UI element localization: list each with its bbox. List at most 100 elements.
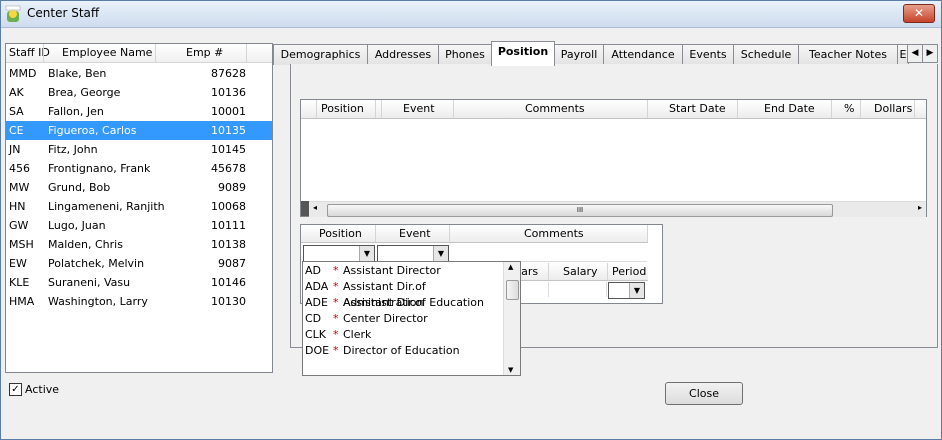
staff-row[interactable]: KLE Suraneni, Vasu 10146 xyxy=(6,273,272,292)
period-combo[interactable]: ▼ xyxy=(608,282,645,299)
staff-id: SA xyxy=(9,105,24,118)
title-bar: Center Staff ✕ xyxy=(1,1,941,28)
chevron-down-icon[interactable]: ▼ xyxy=(629,283,644,298)
staff-row[interactable]: JN Fitz, John 10145 xyxy=(6,140,272,159)
emp-number: 10146 xyxy=(211,276,246,289)
tab-addresses[interactable]: Addresses xyxy=(367,44,439,65)
position-combo[interactable]: ▼ xyxy=(303,245,375,262)
window-title: Center Staff xyxy=(27,6,100,20)
position-code: CLK xyxy=(305,328,327,341)
tab-schedule[interactable]: Schedule xyxy=(733,44,799,65)
tab-phones[interactable]: Phones xyxy=(438,44,492,65)
employee-name: Grund, Bob xyxy=(48,181,111,194)
staff-row[interactable]: MW Grund, Bob 9089 xyxy=(6,178,272,197)
editor-col-position: Position xyxy=(319,227,362,240)
editor-col-comments: Comments xyxy=(524,227,584,240)
staff-id: MW xyxy=(9,181,30,194)
scroll-down-icon[interactable]: ▼ xyxy=(508,366,513,374)
chevron-down-icon[interactable]: ▼ xyxy=(359,246,374,261)
staff-id: JN xyxy=(9,143,21,156)
row-indicator xyxy=(301,201,309,216)
required-marker: * xyxy=(333,312,339,325)
dropdown-item[interactable]: CLK * Clerk xyxy=(303,327,503,343)
required-marker: * xyxy=(333,328,339,341)
staff-id: MSH xyxy=(9,238,34,251)
staff-row[interactable]: CE Figueroa, Carlos 10135 xyxy=(6,121,272,140)
employee-name: Polatchek, Melvin xyxy=(48,257,145,270)
tab-attendance[interactable]: Attendance xyxy=(603,44,683,65)
tab-scroll-left-icon[interactable]: ◀ xyxy=(907,44,923,63)
employee-name: Lingameneni, Ranjith xyxy=(48,200,165,213)
scroll-right-icon[interactable]: ▸ xyxy=(918,203,922,212)
tab-events[interactable]: Events xyxy=(682,44,734,65)
staff-row[interactable]: SA Fallon, Jen 10001 xyxy=(6,102,272,121)
staff-id: CE xyxy=(9,124,24,137)
employee-name: Figueroa, Carlos xyxy=(48,124,137,137)
event-combo[interactable]: ▼ xyxy=(377,245,449,262)
grid-col-position[interactable]: Position xyxy=(321,102,364,115)
staff-row[interactable]: GW Lugo, Juan 10111 xyxy=(6,216,272,235)
emp-number: 87628 xyxy=(211,67,246,80)
dropdown-scrollbar[interactable]: ▲ ▼ xyxy=(503,262,520,375)
window-close-button[interactable]: ✕ xyxy=(903,4,935,23)
active-checkbox[interactable]: ✓ xyxy=(9,383,22,396)
staff-list[interactable]: Staff ID Employee Name Emp # MMD Blake, B… xyxy=(5,43,273,373)
staff-row[interactable]: MMD Blake, Ben 87628 xyxy=(6,64,272,83)
dropdown-item[interactable]: DOE * Director of Education xyxy=(303,343,503,359)
emp-number: 10136 xyxy=(211,86,246,99)
tab-position[interactable]: Position xyxy=(491,41,555,66)
grid-col-percent[interactable]: % xyxy=(844,102,854,115)
active-label: Active xyxy=(25,383,60,396)
staff-id: AK xyxy=(9,86,24,99)
app-logo-icon xyxy=(5,5,21,22)
position-dropdown-list[interactable]: AD * Assistant Director ADA * Assistant Dir.o… xyxy=(302,261,521,376)
staff-id: HN xyxy=(9,200,26,213)
position-history-grid[interactable]: Position Event Comments Start Date End D… xyxy=(300,99,927,217)
column-header-emp-number[interactable]: Emp # xyxy=(186,46,223,59)
column-header-employee-name[interactable]: Employee Name xyxy=(62,46,152,59)
scroll-up-icon[interactable]: ▲ xyxy=(508,263,513,271)
grid-col-event[interactable]: Event xyxy=(403,102,435,115)
close-button[interactable]: Close xyxy=(665,382,743,405)
tab-teacher-notes[interactable]: Teacher Notes xyxy=(798,44,898,65)
grid-col-start-date[interactable]: Start Date xyxy=(669,102,726,115)
staff-row[interactable]: HMA Washington, Larry 10130 xyxy=(6,292,272,311)
tab-demographics[interactable]: Demographics xyxy=(273,44,368,65)
staff-row[interactable]: HN Lingameneni, Ranjith 10068 xyxy=(6,197,272,216)
staff-row[interactable]: AK Brea, George 10136 xyxy=(6,83,272,102)
tab-scroll-right-icon[interactable]: ▶ xyxy=(922,44,938,63)
editor-col-event: Event xyxy=(399,227,431,240)
required-marker: * xyxy=(333,296,339,309)
dropdown-item[interactable]: CD * Center Director xyxy=(303,311,503,327)
tab-payroll[interactable]: Payroll xyxy=(554,44,604,65)
staff-row[interactable]: 456 Frontignano, Frank 45678 xyxy=(6,159,272,178)
grid-col-end-date[interactable]: End Date xyxy=(764,102,815,115)
scroll-thumb[interactable]: III xyxy=(327,204,833,217)
employee-name: Washington, Larry xyxy=(48,295,148,308)
emp-number: 9089 xyxy=(218,181,246,194)
required-marker: * xyxy=(333,264,339,277)
scroll-left-icon[interactable]: ◂ xyxy=(313,203,317,212)
staff-row[interactable]: EW Polatchek, Melvin 9087 xyxy=(6,254,272,273)
grid-col-dollars[interactable]: Dollars xyxy=(874,102,912,115)
employee-name: Fallon, Jen xyxy=(48,105,104,118)
emp-number: 45678 xyxy=(211,162,246,175)
comments-field[interactable] xyxy=(451,245,647,262)
position-code: CD xyxy=(305,312,322,325)
staff-id: HMA xyxy=(9,295,35,308)
dropdown-item[interactable]: ADA * Assistant Dir.of Administration xyxy=(303,279,503,309)
employee-name: Blake, Ben xyxy=(48,67,107,80)
position-code: ADA xyxy=(305,280,329,293)
position-label: Director of Education xyxy=(343,344,460,357)
position-label: Center Director xyxy=(343,312,428,325)
editor-col-period: Period xyxy=(612,265,647,278)
salary-field[interactable] xyxy=(549,282,607,297)
horizontal-scrollbar[interactable]: ◂ III ▸ xyxy=(309,201,926,217)
grid-col-comments[interactable]: Comments xyxy=(525,102,585,115)
chevron-down-icon[interactable]: ▼ xyxy=(433,246,448,261)
employee-name: Malden, Chris xyxy=(48,238,123,251)
dropdown-item[interactable]: ADE * Assistant Dir.of Education xyxy=(303,295,503,311)
dropdown-scroll-thumb[interactable] xyxy=(506,280,519,300)
staff-row[interactable]: MSH Malden, Chris 10138 xyxy=(6,235,272,254)
dropdown-item[interactable]: AD * Assistant Director xyxy=(303,263,503,279)
